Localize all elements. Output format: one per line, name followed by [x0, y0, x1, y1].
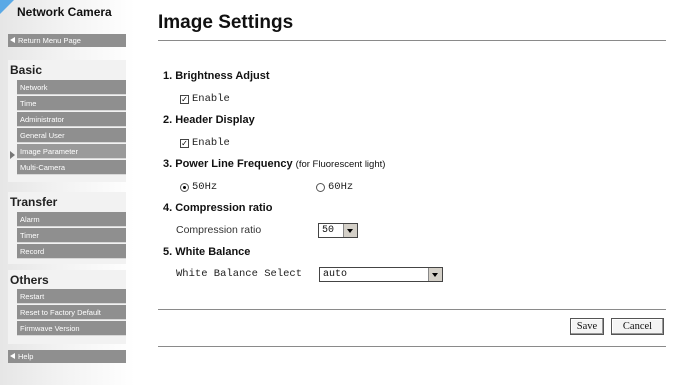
help-arrow-icon	[10, 353, 15, 359]
current-page-marker-icon	[10, 151, 15, 159]
brightness-enable-checkbox[interactable]: ✓	[180, 94, 189, 104]
header-display-heading: 2. Header Display	[163, 114, 255, 126]
compression-label: Compression ratio	[176, 224, 262, 236]
radio-50hz-label: 50Hz	[192, 181, 218, 193]
white-balance-value: auto	[323, 269, 348, 280]
sidebar-item-firmware-version[interactable]: Firmwave Version	[17, 321, 126, 336]
radio-60hz-label: 60Hz	[328, 181, 354, 193]
white-balance-dropdown-icon	[428, 268, 442, 281]
header-display-enable-checkbox[interactable]: ✓	[180, 138, 189, 148]
header-display-enable-label: Enable	[192, 137, 230, 149]
compression-heading: 4. Compression ratio	[163, 202, 273, 214]
sidebar: Network Camera Return Menu Page Basic Ne…	[0, 0, 135, 385]
sidebar-item-administrator[interactable]: Administrator	[17, 112, 126, 127]
app-title: Network Camera	[17, 5, 112, 19]
white-balance-select[interactable]: auto	[319, 267, 443, 282]
return-menu-link[interactable]: Return Menu Page	[8, 34, 126, 47]
white-balance-label: White Balance Select	[176, 268, 303, 280]
radio-50hz[interactable]	[180, 182, 189, 192]
page-title: Image Settings	[158, 12, 294, 33]
section-title-others: Others	[10, 273, 49, 287]
brightness-enable-label: Enable	[192, 93, 230, 105]
sidebar-item-network[interactable]: Network	[17, 80, 126, 95]
sidebar-item-image-parameter[interactable]: Image Parameter	[17, 144, 126, 159]
return-menu-label: Return Menu Page	[18, 36, 81, 45]
power-line-60-row: 60Hz	[316, 181, 353, 193]
sidebar-item-multi-camera[interactable]: Multi-Camera	[17, 160, 126, 175]
brightness-heading: 1. Brightness Adjust	[163, 70, 270, 82]
title-divider	[158, 40, 666, 41]
help-label: Help	[18, 352, 34, 361]
radio-60hz[interactable]	[316, 182, 325, 192]
cancel-button[interactable]: Cancel	[611, 318, 664, 335]
power-line-note: (for Fluorescent light)	[295, 159, 386, 170]
brightness-enable-row: ✓ Enable	[180, 93, 230, 105]
power-line-50-row: 50Hz	[180, 181, 217, 193]
compression-dropdown-icon	[343, 224, 357, 237]
sidebar-item-record[interactable]: Record	[17, 244, 126, 259]
power-line-heading: 3. Power Line Frequency (for Fluorescent…	[163, 158, 385, 170]
back-arrow-icon	[10, 37, 15, 43]
white-balance-heading: 5. White Balance	[163, 246, 251, 258]
save-button[interactable]: Save	[570, 318, 604, 335]
power-line-heading-text: 3. Power Line Frequency	[163, 158, 293, 170]
main-panel: Image Settings 1. Brightness Adjust ✓ En…	[148, 0, 679, 385]
sidebar-item-general-user[interactable]: General User	[17, 128, 126, 143]
sidebar-item-restart[interactable]: Restart	[17, 289, 126, 304]
buttons-bottom-divider	[158, 346, 666, 347]
sidebar-item-reset-factory-default[interactable]: Reset to Factory Default	[17, 305, 126, 320]
compression-select[interactable]: 50	[318, 223, 358, 238]
sidebar-item-alarm[interactable]: Alarm	[17, 212, 126, 227]
section-title-basic: Basic	[10, 63, 43, 77]
header-display-enable-row: ✓ Enable	[180, 137, 230, 149]
compression-value: 50	[322, 225, 335, 236]
buttons-top-divider	[158, 309, 666, 310]
help-link[interactable]: Help	[8, 350, 126, 363]
sidebar-item-time[interactable]: Time	[17, 96, 126, 111]
section-title-transfer: Transfer	[10, 195, 58, 209]
corner-accent	[0, 0, 14, 14]
sidebar-item-timer[interactable]: Timer	[17, 228, 126, 243]
